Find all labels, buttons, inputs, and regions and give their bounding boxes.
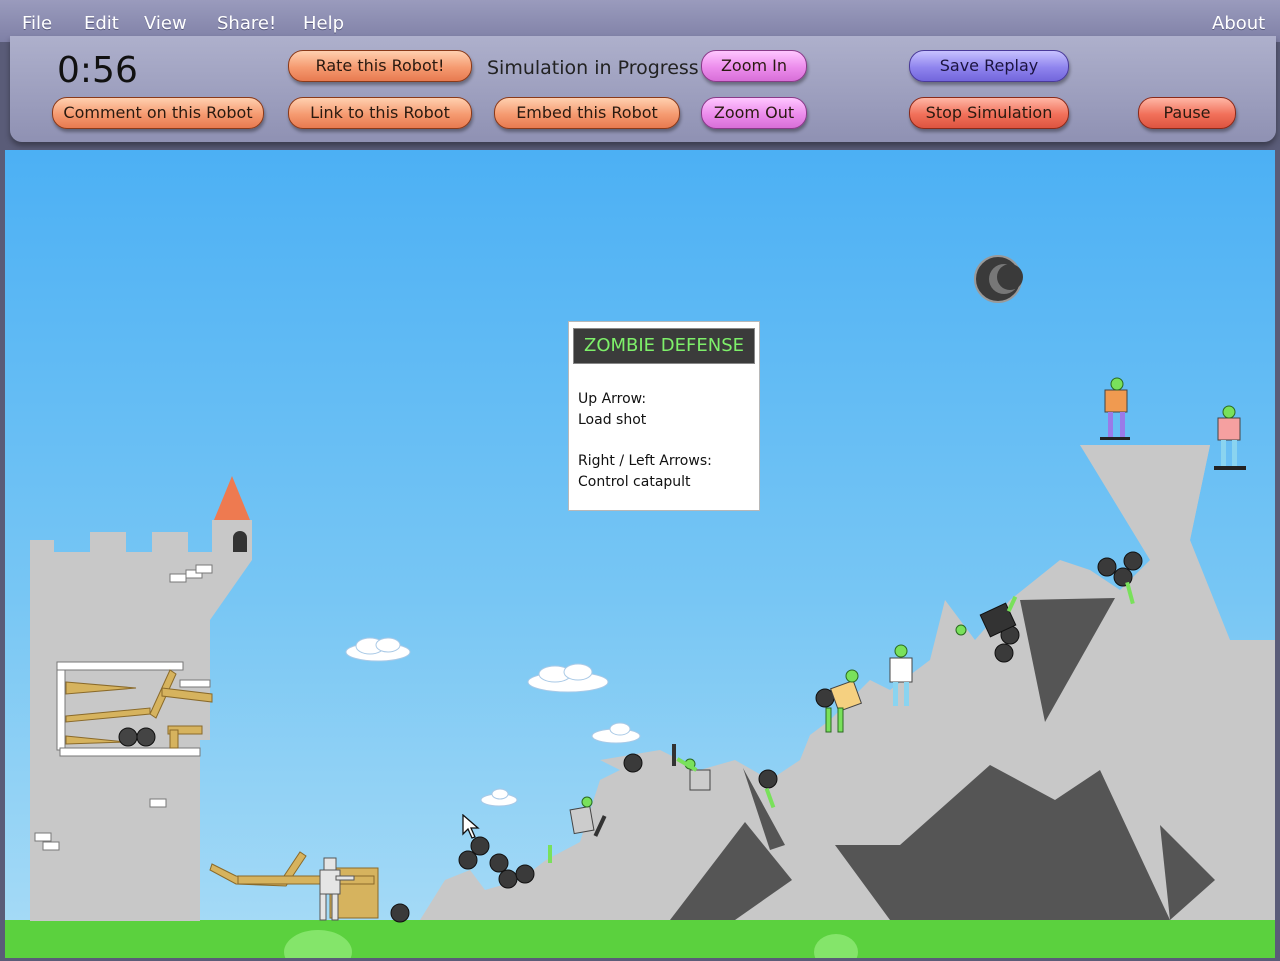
simulation-status: Simulation in Progress — [487, 57, 699, 79]
castle — [30, 476, 252, 921]
save-replay-button[interactable]: Save Replay — [909, 50, 1069, 82]
mouse-pointer-icon — [462, 814, 480, 839]
embed-robot-button[interactable]: Embed this Robot — [494, 97, 680, 129]
stop-simulation-button[interactable]: Stop Simulation — [909, 97, 1069, 129]
menu-share[interactable]: Share! — [217, 13, 276, 34]
cloud — [345, 637, 411, 662]
menu-help[interactable]: Help — [303, 13, 344, 34]
comment-robot-button[interactable]: Comment on this Robot — [52, 97, 264, 129]
cloud — [591, 722, 641, 744]
instruction-line: Load shot — [578, 412, 647, 428]
menu-edit[interactable]: Edit — [84, 13, 119, 34]
instruction-line: Up Arrow: — [578, 391, 647, 407]
zoom-out-button[interactable]: Zoom Out — [701, 97, 807, 129]
grass-ground — [5, 920, 1275, 958]
zombie — [1100, 377, 1130, 440]
cloud — [480, 788, 518, 807]
zombie — [1214, 405, 1246, 470]
ground-catapult — [209, 851, 379, 919]
instructions-title: ZOMBIE DEFENSE — [573, 328, 755, 364]
link-robot-button[interactable]: Link to this Robot — [288, 97, 472, 129]
simulation-timer: 0:56 — [57, 50, 138, 91]
rate-robot-button[interactable]: Rate this Robot! — [288, 50, 472, 82]
zoom-in-button[interactable]: Zoom In — [701, 50, 807, 82]
instruction-line: Control catapult — [578, 474, 691, 490]
menu-view[interactable]: View — [144, 13, 187, 34]
menu-file[interactable]: File — [22, 13, 52, 34]
pause-button[interactable]: Pause — [1138, 97, 1236, 129]
crescent-moon-icon — [974, 255, 1023, 303]
menu-about[interactable]: About — [1212, 13, 1265, 34]
game-canvas[interactable] — [5, 150, 1275, 958]
instruction-line: Right / Left Arrows: — [578, 453, 712, 469]
instructions-panel: ZOMBIE DEFENSE Up Arrow: Load shot Right… — [568, 321, 760, 511]
cloud — [527, 663, 609, 693]
